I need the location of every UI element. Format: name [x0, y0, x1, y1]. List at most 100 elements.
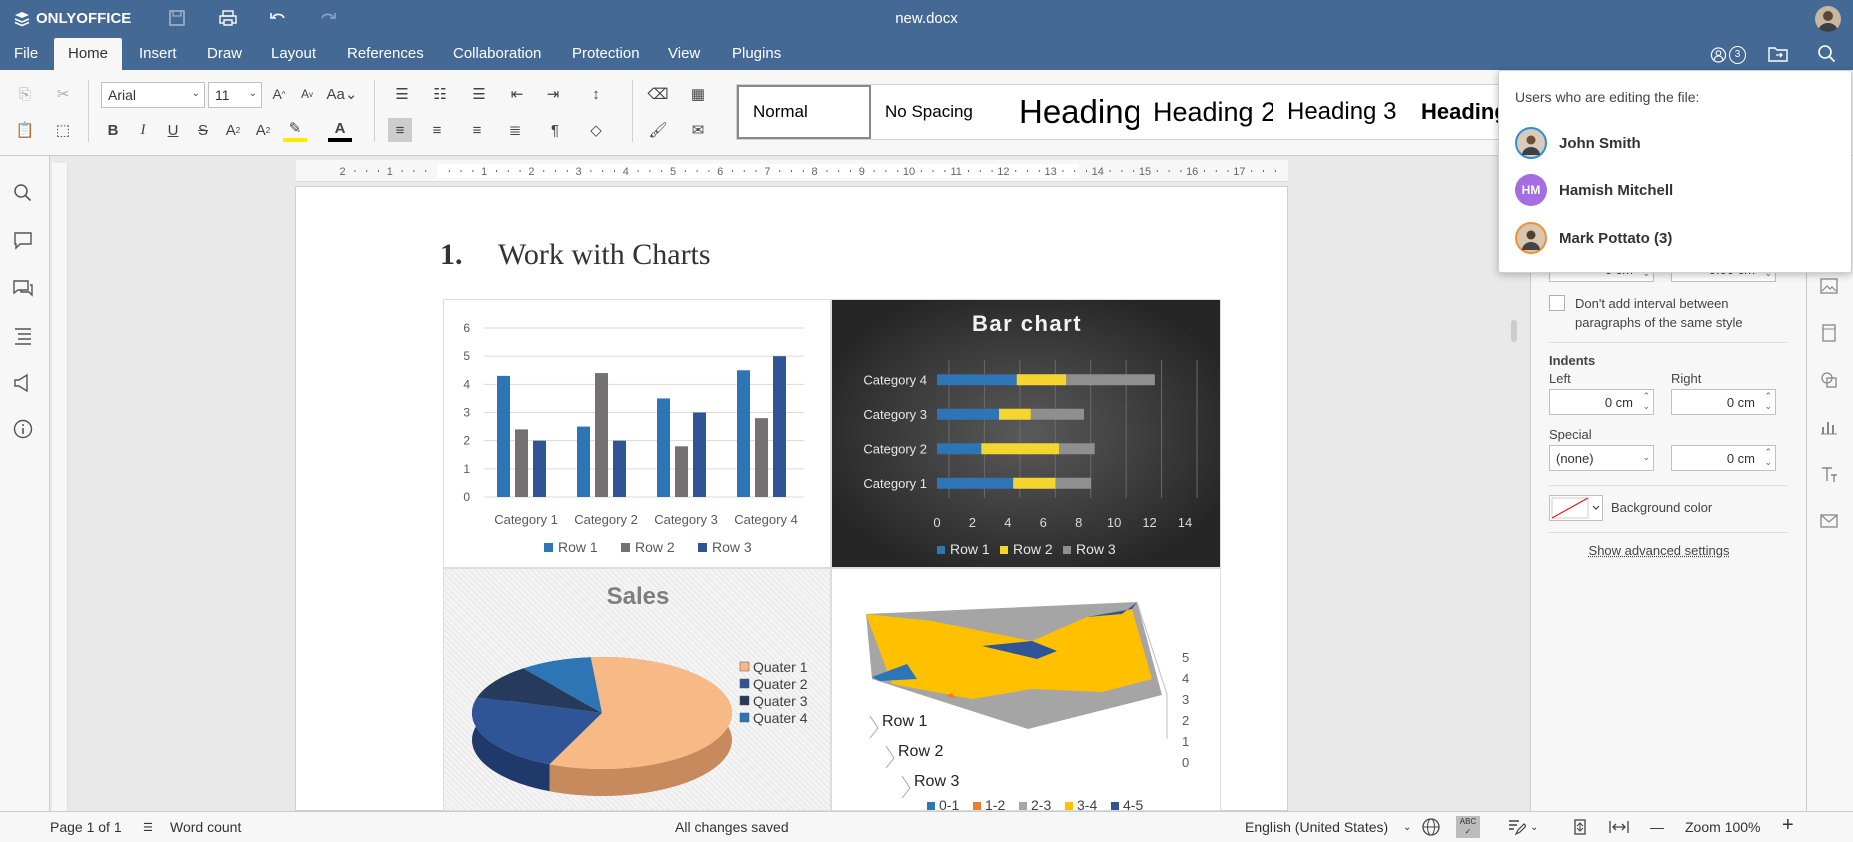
- spellcheck-icon[interactable]: ABC ✓: [1456, 816, 1480, 838]
- user-name: Mark Pottato (3): [1559, 229, 1673, 247]
- document-scrollbar-thumb[interactable]: [1511, 320, 1517, 342]
- zoom-out-button[interactable]: —: [1650, 819, 1664, 835]
- menu-references[interactable]: References: [333, 38, 438, 70]
- multilevel-list-icon[interactable]: ☰: [467, 82, 491, 106]
- menu-collaboration[interactable]: Collaboration: [439, 38, 555, 70]
- search-icon[interactable]: [1817, 44, 1837, 67]
- cut-icon[interactable]: ✂: [51, 82, 75, 106]
- nonprinting-chars-icon[interactable]: ¶: [543, 118, 567, 142]
- menu-home[interactable]: Home: [54, 38, 122, 70]
- indent-left-input[interactable]: 0 cm ⌃ ⌄: [1549, 389, 1654, 415]
- track-changes-icon[interactable]: [1506, 817, 1527, 840]
- ruler-number: 17: [1233, 166, 1245, 178]
- select-all-icon[interactable]: ⬚: [51, 118, 75, 142]
- page-indicator[interactable]: Page 1 of 1: [50, 819, 122, 835]
- special-by-input[interactable]: 0 cm ⌃ ⌄: [1671, 445, 1776, 471]
- globe-icon[interactable]: [1421, 817, 1441, 840]
- justify-icon[interactable]: ≣: [503, 118, 527, 142]
- align-right-icon[interactable]: ≡: [465, 118, 489, 142]
- legend-label: Row 3: [712, 539, 752, 555]
- underline-icon[interactable]: U: [161, 118, 185, 142]
- align-left-icon[interactable]: ≡: [388, 118, 412, 142]
- mail-merge-icon[interactable]: [1819, 511, 1839, 534]
- style-heading-2[interactable]: Heading 2: [1139, 85, 1273, 139]
- header-footer-icon[interactable]: [1819, 323, 1839, 346]
- pie-chart[interactable]: Sales Quater 1 Quater 2 Quater 3 Quater 4: [443, 568, 831, 811]
- menu-file[interactable]: File: [0, 38, 52, 70]
- ruler-tick: [920, 170, 922, 172]
- about-icon[interactable]: [12, 418, 36, 442]
- clear-style-icon[interactable]: ⌫: [646, 82, 670, 106]
- special-select[interactable]: (none) ⌄: [1549, 445, 1654, 471]
- ruler-number: 10: [903, 166, 915, 178]
- increase-font-icon[interactable]: A ^: [267, 82, 291, 106]
- font-color-icon[interactable]: A: [328, 118, 352, 142]
- bullets-icon[interactable]: ☰: [390, 82, 414, 106]
- x-tick-label: 10: [1107, 515, 1121, 530]
- subscript-icon[interactable]: A2: [251, 118, 275, 142]
- collaborators-button[interactable]: 3: [1710, 44, 1746, 66]
- ruler-tick: [779, 170, 781, 172]
- mail-merge-icon[interactable]: ✉: [686, 118, 710, 142]
- strikethrough-icon[interactable]: S: [191, 118, 215, 142]
- font-family-select[interactable]: Arial ⌄: [101, 82, 205, 108]
- feedback-icon[interactable]: [12, 372, 36, 396]
- ruler-tick: [460, 170, 462, 172]
- search-icon[interactable]: [12, 182, 36, 206]
- menu-protection[interactable]: Protection: [558, 38, 654, 70]
- bar-chart[interactable]: Bar chart 0 2 4 6 8 10 12 14 Category 4 Category 3…: [831, 299, 1221, 568]
- style-normal[interactable]: Normal: [737, 85, 871, 139]
- italic-icon[interactable]: I: [131, 118, 155, 142]
- ruler-number: 2: [528, 166, 534, 178]
- fit-page-icon[interactable]: [1570, 817, 1590, 840]
- shape-settings-icon[interactable]: [1819, 370, 1839, 393]
- y-tick-label: 3: [1182, 692, 1189, 707]
- menu-plugins[interactable]: Plugins: [718, 38, 795, 70]
- decrease-font-icon[interactable]: Av: [295, 82, 319, 106]
- color-scheme-icon[interactable]: ▦: [686, 82, 710, 106]
- show-advanced-settings-link[interactable]: Show advanced settings: [1531, 543, 1787, 558]
- highlight-color-icon[interactable]: ✎: [283, 118, 307, 142]
- paste-icon[interactable]: 📋: [13, 118, 37, 142]
- bar: [1059, 443, 1095, 455]
- fit-width-icon[interactable]: [1608, 817, 1630, 840]
- column-chart[interactable]: 0 1 2 3 4 5 6 Category 1 Category 2 Category 3 Cat…: [443, 299, 831, 568]
- copy-style-icon[interactable]: 🖌: [646, 118, 670, 142]
- decrease-indent-icon[interactable]: ⇤: [505, 82, 529, 106]
- menu-layout[interactable]: Layout: [257, 38, 330, 70]
- open-location-icon[interactable]: [1767, 44, 1789, 67]
- zoom-in-button[interactable]: +: [1782, 814, 1794, 837]
- align-center-icon[interactable]: ≡: [425, 118, 449, 142]
- user-item: HM Hamish Mitchell: [1515, 173, 1673, 207]
- style-heading-1[interactable]: Heading 1: [1005, 85, 1139, 139]
- style-heading-3[interactable]: Heading 3: [1273, 85, 1407, 139]
- copy-icon[interactable]: ⎘: [13, 82, 37, 106]
- chat-icon[interactable]: [12, 277, 36, 301]
- change-case-icon[interactable]: Aa⌄: [325, 82, 359, 106]
- line-spacing-icon[interactable]: ↕: [584, 82, 608, 106]
- no-interval-checkbox[interactable]: [1549, 295, 1565, 311]
- menu-view[interactable]: View: [654, 38, 714, 70]
- shading-icon[interactable]: ◇: [584, 118, 608, 142]
- ruler-tick: [602, 170, 604, 172]
- surface-chart[interactable]: 0 1 2 3 4 5 Row 1 Row 2 Row 3 0-1 1-2 2-3 3-4 4-5: [831, 568, 1221, 811]
- bold-icon[interactable]: B: [101, 118, 125, 142]
- text-art-icon[interactable]: [1819, 464, 1839, 487]
- background-color-picker[interactable]: [1549, 495, 1603, 521]
- word-count-button[interactable]: Word count: [170, 819, 241, 835]
- menu-insert[interactable]: Insert: [125, 38, 191, 70]
- menu-draw[interactable]: Draw: [193, 38, 256, 70]
- image-settings-icon[interactable]: [1819, 276, 1839, 299]
- language-select[interactable]: English (United States): [1245, 819, 1388, 835]
- chart-settings-icon[interactable]: [1819, 417, 1839, 440]
- indent-right-input[interactable]: 0 cm ⌃ ⌄: [1671, 389, 1776, 415]
- superscript-icon[interactable]: A2: [221, 118, 245, 142]
- style-no-spacing[interactable]: No Spacing: [871, 85, 1005, 139]
- navigation-icon[interactable]: [12, 324, 36, 348]
- comments-icon[interactable]: [12, 229, 36, 253]
- numbering-icon[interactable]: ☷: [428, 82, 452, 106]
- style-heading-4[interactable]: Heading 4: [1407, 85, 1501, 139]
- increase-indent-icon[interactable]: ⇥: [541, 82, 565, 106]
- user-avatar[interactable]: [1815, 6, 1841, 32]
- font-size-select[interactable]: 11 ⌄: [208, 82, 262, 108]
